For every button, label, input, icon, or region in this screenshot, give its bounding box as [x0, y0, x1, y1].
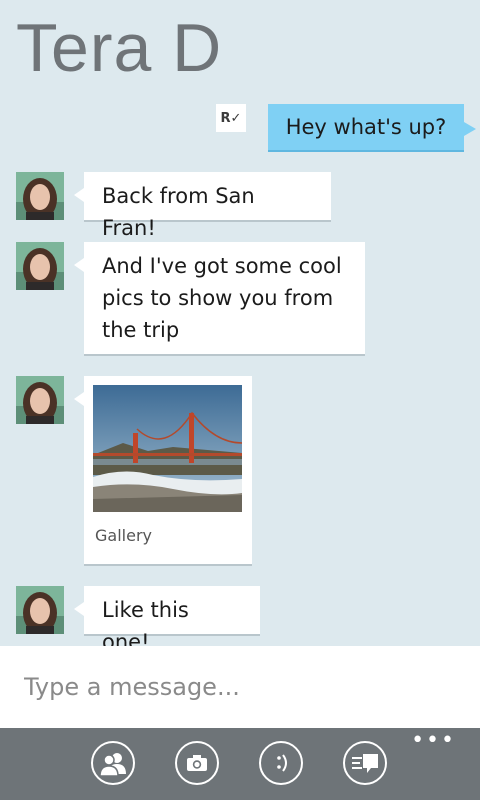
camera-icon: [187, 755, 207, 771]
photo-caption: Gallery: [95, 526, 152, 545]
sent-message-text: Hey what's up?: [285, 115, 447, 139]
contact-avatar[interactable]: [16, 586, 64, 634]
message-composer: [0, 646, 480, 728]
sent-message-bubble: Hey what's up?: [268, 104, 476, 150]
photo-message-bubble[interactable]: Gallery: [74, 376, 252, 564]
quick-replies-icon: [352, 754, 378, 773]
camera-button[interactable]: [175, 741, 219, 785]
contact-avatar[interactable]: [16, 172, 64, 220]
read-receipt-icon: R✓: [216, 104, 246, 132]
app-bar: •••: [0, 728, 480, 800]
avatar-image: [16, 586, 64, 634]
received-message-text: And I've got some cool pics to show you …: [102, 254, 342, 342]
contact-avatar[interactable]: [16, 242, 64, 290]
emoticon-icon: [277, 754, 287, 772]
received-message-text: Back from San Fran!: [102, 184, 255, 240]
contact-name-title: Tera D: [16, 10, 223, 86]
golden-gate-photo[interactable]: [93, 385, 242, 512]
message-input[interactable]: [22, 672, 466, 702]
received-message-bubble: And I've got some cool pics to show you …: [74, 242, 365, 354]
contact-avatar[interactable]: [16, 376, 64, 424]
avatar-image: [16, 376, 64, 424]
emoticon-button[interactable]: [259, 741, 303, 785]
avatar-image: [16, 242, 64, 290]
quick-replies-button[interactable]: [343, 741, 387, 785]
more-options-button[interactable]: •••: [411, 730, 456, 752]
contact-icon: [99, 753, 126, 777]
received-message-bubble: Back from San Fran!: [74, 172, 331, 240]
received-message-bubble: Like this one!: [74, 586, 260, 654]
avatar-image: [16, 172, 64, 220]
contact-button[interactable]: [91, 741, 135, 785]
